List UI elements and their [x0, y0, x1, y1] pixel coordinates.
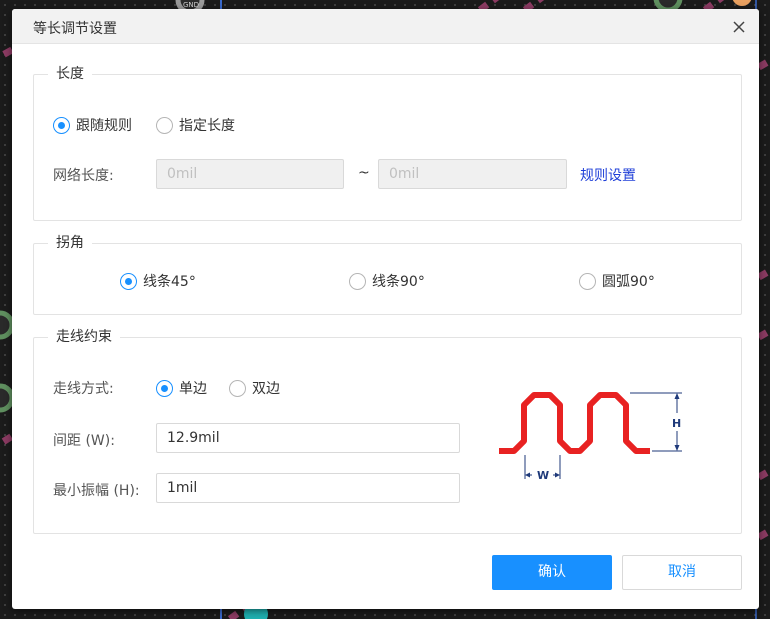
h-dim-label: H: [672, 417, 681, 430]
radio-arc-90[interactable]: 圆弧90°: [579, 271, 655, 291]
serpentine-trace: [499, 392, 650, 454]
rule-settings-link[interactable]: 规则设置: [580, 165, 636, 185]
length-tuning-dialog: 等长调节设置 长度 跟随规则 指定长度 网络长度: 0mil ~ 0mil 规则…: [12, 9, 759, 609]
dialog-title: 等长调节设置: [33, 21, 117, 37]
serpentine-diagram: W H: [499, 392, 682, 482]
confirm-button[interactable]: 确认: [492, 555, 612, 590]
radio-specify-length-label: 指定长度: [179, 118, 235, 134]
radio-double-side-label: 双边: [252, 381, 280, 397]
amplitude-label: 最小振幅 (H):: [53, 483, 140, 499]
dialog-titlebar: 等长调节设置: [12, 9, 759, 44]
radio-indicator: [579, 272, 596, 290]
radio-line-90-label: 线条90°: [372, 274, 425, 290]
range-separator: ~: [358, 165, 370, 181]
w-dim-label: W: [537, 469, 549, 482]
close-button[interactable]: [729, 17, 749, 37]
radio-double-side[interactable]: 双边: [229, 378, 280, 398]
length-group-title: 长度: [48, 63, 92, 83]
radio-indicator: [53, 116, 70, 134]
pad-icon: [0, 310, 15, 340]
close-icon: [733, 21, 745, 33]
length-group: 长度 跟随规则 指定长度 网络长度: 0mil ~ 0mil 规则设置: [33, 63, 742, 221]
pad-icon: [0, 383, 15, 413]
radio-indicator: [156, 116, 173, 134]
spacing-input[interactable]: 12.9mil: [156, 423, 460, 453]
min-length-input[interactable]: 0mil: [156, 159, 344, 189]
amplitude-input[interactable]: 1mil: [156, 473, 460, 503]
max-length-input[interactable]: 0mil: [378, 159, 567, 189]
radio-line-45-label: 线条45°: [143, 274, 196, 290]
radio-line-45[interactable]: 线条45°: [120, 271, 196, 291]
radio-indicator: [156, 379, 173, 397]
corner-group-title: 拐角: [48, 232, 92, 252]
radio-specify-length[interactable]: 指定长度: [156, 115, 235, 135]
pad-icon: [732, 0, 752, 6]
routing-constraint-group: 走线约束 走线方式: 单边 双边 间距 (W): 12.9mil 最小振幅 (H…: [33, 326, 742, 534]
pad-label: GND: [183, 1, 199, 9]
cancel-button[interactable]: 取消: [622, 555, 742, 590]
radio-follow-rule-label: 跟随规则: [76, 118, 132, 134]
radio-single-side[interactable]: 单边: [156, 378, 207, 398]
radio-arc-90-label: 圆弧90°: [602, 274, 655, 290]
radio-single-side-label: 单边: [179, 381, 207, 397]
radio-indicator: [120, 272, 137, 290]
radio-indicator: [349, 272, 366, 290]
corner-group: 拐角 线条45° 线条90° 圆弧90°: [33, 232, 742, 315]
spacing-label: 间距 (W):: [53, 433, 115, 449]
routing-mode-label: 走线方式:: [53, 381, 114, 397]
radio-follow-rule[interactable]: 跟随规则: [53, 115, 132, 135]
radio-line-90[interactable]: 线条90°: [349, 271, 425, 291]
net-length-label: 网络长度:: [53, 168, 114, 184]
radio-indicator: [229, 379, 246, 397]
routing-group-title: 走线约束: [48, 326, 120, 346]
